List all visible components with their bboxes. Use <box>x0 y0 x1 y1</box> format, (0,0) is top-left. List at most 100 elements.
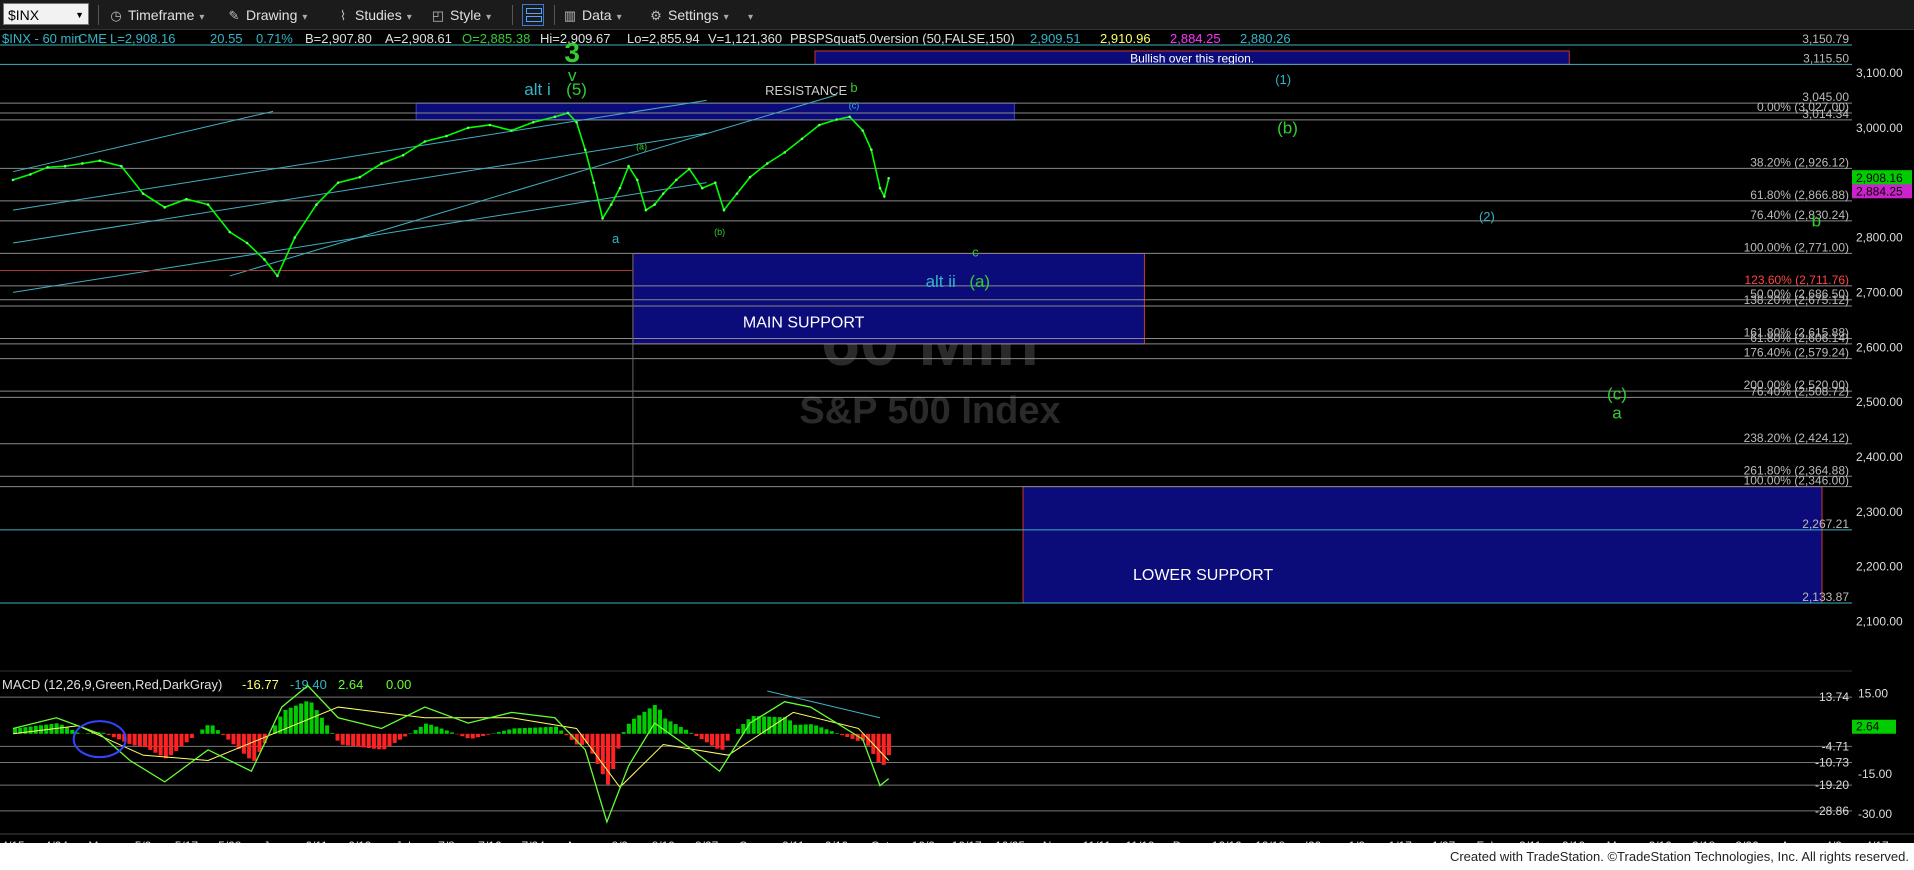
wave-label: alt ii <box>926 272 956 291</box>
price-axis-tick: 2,500.00 <box>1856 395 1903 409</box>
footer: Created with TradeStation. ©TradeStation… <box>0 843 1914 870</box>
header-value: CME <box>78 31 107 46</box>
macd-histogram-bar <box>325 725 330 734</box>
price-point <box>510 129 513 132</box>
macd-histogram-bar <box>205 725 210 734</box>
symbol-input[interactable]: $INX ▼ <box>3 3 89 25</box>
price-chart[interactable]: $INX - 60 minCME L=2,908.16 20.55 0.71% B=2,… <box>0 30 1914 870</box>
panel-layout-icon[interactable] <box>522 4 544 26</box>
price-axis-tick: 2,300.00 <box>1856 505 1903 519</box>
caret-down-icon: ▾ <box>406 12 412 23</box>
macd-histogram-bar <box>793 724 798 734</box>
header-value: 2,884.25 <box>1170 31 1221 46</box>
macd-histogram-bar <box>507 729 512 734</box>
header-value: O=2,885.38 <box>462 31 530 46</box>
macd-divergence-line <box>767 690 881 719</box>
footer-credit: Created with TradeStation. ©TradeStation… <box>1449 849 1909 864</box>
macd-histogram-bar <box>850 733 855 739</box>
macd-histogram-bar <box>694 733 699 737</box>
header-value: A=2,908.61 <box>385 31 452 46</box>
macd-histogram-bar <box>28 726 33 734</box>
macd-histogram-bar <box>163 733 168 759</box>
symbol-dropdown-icon[interactable]: ▼ <box>75 4 84 26</box>
price-point <box>627 164 630 168</box>
header-value: $INX - 60 min <box>2 31 81 46</box>
price-point <box>120 164 123 168</box>
price-point <box>63 164 67 168</box>
zone-label: RESISTANCE <box>765 83 847 98</box>
caret-down-icon: ▾ <box>486 12 492 23</box>
header-value: 0.71% <box>256 31 293 46</box>
macd-title: MACD (12,26,9,Green,Red,DarkGray) <box>2 677 222 692</box>
price-axis-tick: 2,400.00 <box>1856 450 1903 464</box>
price-point <box>315 203 318 206</box>
price-point <box>818 123 821 127</box>
macd-histogram-bar <box>449 732 454 734</box>
macd-histogram-bar <box>335 733 340 741</box>
macd-histogram-bar <box>720 733 725 750</box>
price-point <box>29 173 32 176</box>
wave-label: 3 <box>564 37 580 68</box>
macd-histogram-bar <box>611 733 616 770</box>
last-price-tag: 2,908.16 <box>1856 171 1903 185</box>
header-value: 20.55 <box>210 31 243 46</box>
macd-histogram-bar <box>548 726 553 734</box>
macd-histogram-bar <box>241 733 246 754</box>
overflow-menu[interactable]: ▾ <box>743 4 753 26</box>
price-point <box>11 178 15 182</box>
style-menu[interactable]: ◰ Style ▾ <box>430 4 491 26</box>
macd-histogram-bar <box>319 717 324 734</box>
macd-histogram-bar <box>621 732 626 734</box>
macd-histogram-bar <box>153 733 158 753</box>
clock-icon: ◷ <box>110 8 122 23</box>
macd-histogram-bar <box>803 724 808 734</box>
fib-level-label: 123.60% (2,711.76) <box>1744 273 1849 287</box>
price-line <box>12 112 890 278</box>
zone-label: LOWER SUPPORT <box>1133 567 1273 584</box>
studies-menu[interactable]: ⌇ Studies ▾ <box>335 4 412 26</box>
price-axis-tick: 2,600.00 <box>1856 340 1903 354</box>
price-point <box>566 111 570 115</box>
macd-histogram-bar <box>392 733 397 743</box>
style-icon: ◰ <box>431 8 445 23</box>
price-axis-tick: 2,100.00 <box>1856 615 1903 629</box>
macd-histogram-bar <box>501 730 506 734</box>
macd-histogram-bar <box>418 726 423 734</box>
macd-histogram-bar <box>444 730 449 734</box>
price-point <box>401 153 405 157</box>
macd-histogram-bar <box>819 727 824 734</box>
macd-histogram-bar <box>845 733 850 737</box>
wave-label: (c) <box>849 101 860 111</box>
macd-histogram-bar <box>356 733 361 747</box>
macd-histogram-bar <box>65 727 70 734</box>
price-point <box>466 126 470 130</box>
macd-histogram-bar <box>554 726 559 734</box>
macd-histogram-bar <box>465 733 470 739</box>
settings-menu[interactable]: ⚙ Settings ▾ <box>648 4 728 26</box>
bar-chart-icon: ▥ <box>563 8 577 23</box>
drawing-menu[interactable]: ✎ Drawing ▾ <box>226 4 308 26</box>
macd-histogram-bar <box>59 724 64 734</box>
price-point <box>644 208 648 212</box>
macd-level-label: 13.74 <box>1819 690 1849 704</box>
trend-channel-line <box>12 99 707 211</box>
drawing-label: Drawing <box>246 7 298 23</box>
price-point <box>713 181 717 184</box>
price-point <box>583 148 587 152</box>
price-point <box>609 203 613 206</box>
macd-histogram-bar <box>652 705 657 734</box>
timeframe-menu[interactable]: ◷ Timeframe ▾ <box>108 4 204 26</box>
macd-histogram-bar <box>371 733 376 749</box>
fib-level-label: 100.00% (2,346.00) <box>1744 474 1849 488</box>
fib-level-label: 2,267.21 <box>1802 517 1849 531</box>
macd-histogram-bar <box>626 723 631 734</box>
macd-histogram-bar <box>543 727 548 734</box>
macd-histogram-bar <box>658 709 663 734</box>
macd-histogram-bar <box>470 733 475 739</box>
data-menu[interactable]: ▥ Data ▾ <box>562 4 622 26</box>
pencil-icon: ✎ <box>228 8 240 23</box>
macd-histogram-bar <box>423 723 428 734</box>
macd-histogram-bar <box>616 733 621 749</box>
watermark-subtitle: S&P 500 Index <box>799 390 1060 432</box>
macd-histogram-bar <box>668 721 673 734</box>
